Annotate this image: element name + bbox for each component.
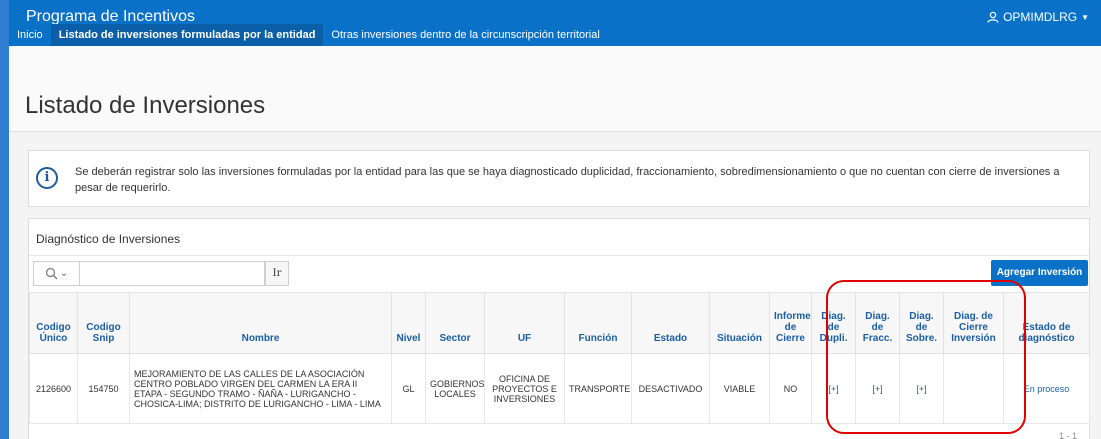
col-header-sector[interactable]: Sector <box>425 292 485 354</box>
cell-codigo-snip: 154750 <box>77 353 130 424</box>
region-title: Diagnóstico de Inversiones <box>36 232 181 246</box>
col-header-funcion[interactable]: Función <box>564 292 632 354</box>
col-header-diag-fracc[interactable]: Diag. de Fracc. <box>855 292 900 354</box>
cell-estado: DESACTIVADO <box>631 353 710 424</box>
cell-nombre: MEJORAMIENTO DE LAS CALLES DE LA ASOCIAC… <box>129 353 392 424</box>
search-column-selector[interactable]: ⌄ <box>34 262 80 285</box>
add-investment-button[interactable]: Agregar Inversión <box>991 260 1088 286</box>
col-header-informe-cierre[interactable]: Informe de Cierre <box>769 292 812 354</box>
info-icon: i <box>36 167 58 189</box>
go-button[interactable]: Ir <box>265 261 289 286</box>
cell-diag-dupli: [+] <box>811 353 856 424</box>
table-header-row: Codigo Único Codigo Snip Nombre Nivel Se… <box>29 292 1090 354</box>
caret-down-icon: ▼ <box>1081 12 1089 22</box>
user-menu[interactable]: OPMIMDLRG ▼ <box>987 10 1089 24</box>
user-name: OPMIMDLRG <box>1003 10 1078 24</box>
nav-otras-inversiones[interactable]: Otras inversiones dentro de la circunscr… <box>323 24 607 46</box>
cell-diag-sobre: [+] <box>899 353 944 424</box>
nav-inicio[interactable]: Inicio <box>9 24 51 46</box>
cell-nivel: GL <box>391 353 426 424</box>
search-icon <box>45 267 58 280</box>
table-row: 2126600 154750 MEJORAMIENTO DE LAS CALLE… <box>29 353 1090 424</box>
region-divider <box>29 255 1089 256</box>
diagnostico-region: Diagnóstico de Inversiones ⌄ Ir Agregar … <box>28 218 1090 439</box>
cell-sector: GOBIERNOS LOCALES <box>425 353 485 424</box>
col-header-codigo-snip[interactable]: Codigo Snip <box>77 292 130 354</box>
col-header-estado[interactable]: Estado <box>631 292 710 354</box>
chevron-down-icon: ⌄ <box>59 268 69 279</box>
diag-sobre-link[interactable]: [+] <box>916 384 926 394</box>
cell-funcion: TRANSPORTE <box>564 353 632 424</box>
cell-situacion: VIABLE <box>709 353 770 424</box>
cell-informe-cierre: NO <box>769 353 812 424</box>
diag-dupli-link[interactable]: [+] <box>828 384 838 394</box>
cell-estado-diagnostico: En proceso <box>1003 353 1090 424</box>
col-header-situacion[interactable]: Situación <box>709 292 770 354</box>
col-header-uf[interactable]: UF <box>484 292 565 354</box>
info-text: Se deberán registrar solo las inversione… <box>75 166 1060 194</box>
page-title: Listado de Inversiones <box>25 92 266 119</box>
col-header-diag-dupli[interactable]: Diag. de Dupli. <box>811 292 856 354</box>
cell-codigo-unico: 2126600 <box>29 353 78 424</box>
cell-diag-cierre <box>943 353 1004 424</box>
investments-table: Codigo Único Codigo Snip Nombre Nivel Se… <box>29 292 1090 424</box>
page-header: Listado de Inversiones <box>9 46 1101 132</box>
cell-uf: OFICINA DE PROYECTOS E INVERSIONES <box>484 353 565 424</box>
cell-diag-fracc: [+] <box>855 353 900 424</box>
pagination-info: 1 - 1 <box>1058 431 1077 439</box>
col-header-nivel[interactable]: Nivel <box>391 292 426 354</box>
user-icon <box>987 11 999 23</box>
col-header-diag-sobre[interactable]: Diag. de Sobre. <box>899 292 944 354</box>
info-alert: i Se deberán registrar solo las inversio… <box>28 150 1090 207</box>
search-input[interactable] <box>81 262 246 285</box>
col-header-codigo-unico[interactable]: Codigo Único <box>29 292 78 354</box>
col-header-nombre[interactable]: Nombre <box>129 292 392 354</box>
nav-listado-inversiones-entidad[interactable]: Listado de inversiones formuladas por la… <box>50 24 324 46</box>
col-header-diag-cierre[interactable]: Diag. de Cierre Inversión <box>943 292 1004 354</box>
col-header-estado-diagnostico[interactable]: Estado de diagnóstico <box>1003 292 1090 354</box>
main-nav: Inicio Listado de inversiones formuladas… <box>9 24 608 46</box>
top-bar: Programa de Incentivos OPMIMDLRG ▼ Inici… <box>9 0 1101 46</box>
estado-diagnostico-link[interactable]: En proceso <box>1024 384 1070 394</box>
left-accent-bar <box>0 0 9 439</box>
diag-fracc-link[interactable]: [+] <box>872 384 882 394</box>
search-box: ⌄ <box>33 261 265 286</box>
